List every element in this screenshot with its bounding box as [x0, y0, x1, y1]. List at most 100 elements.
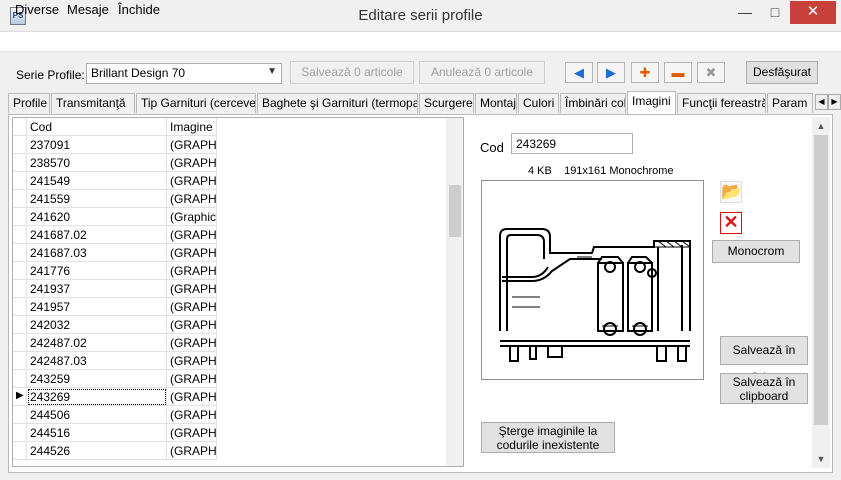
grid-scrollbar-thumb[interactable] — [449, 185, 461, 237]
scroll-up-icon[interactable]: ▲ — [812, 117, 830, 135]
tab-imagini[interactable]: Imagini — [627, 91, 676, 114]
tab-profile[interactable]: Profile — [8, 93, 50, 113]
cell-imagine[interactable]: (GRAPHIC — [167, 280, 217, 298]
table-row[interactable]: 241687.02(GRAPHIC — [13, 226, 459, 244]
cell-imagine[interactable]: (GRAPHIC — [167, 226, 217, 244]
next-icon[interactable]: ▶ — [597, 62, 625, 83]
maximize-button[interactable]: □ — [760, 1, 790, 24]
tab-transmitanta[interactable]: Transmitanţă — [51, 93, 135, 113]
table-row[interactable]: ▶243269(GRAPHIC — [13, 388, 459, 406]
table-row[interactable]: 241937(GRAPHIC — [13, 280, 459, 298]
tab-montaj[interactable]: Montaj — [475, 93, 517, 113]
cell-imagine[interactable]: (GRAPHIC — [167, 442, 217, 460]
cell-imagine[interactable]: (GRAPHIC — [167, 388, 217, 406]
cell-cod[interactable]: 237091 — [27, 136, 167, 154]
tab-scurgere[interactable]: Scurgere — [419, 93, 474, 113]
column-header-imagine[interactable]: Imagine — [167, 118, 217, 136]
delete-orphan-images-button[interactable]: Şterge imaginile la codurile inexistente — [481, 422, 615, 453]
minimize-button[interactable]: — — [730, 1, 760, 24]
table-row[interactable]: 241776(GRAPHIC — [13, 262, 459, 280]
row-indicator — [13, 208, 27, 226]
table-row[interactable]: 241559(GRAPHIC — [13, 190, 459, 208]
tab-culori[interactable]: Culori — [518, 93, 559, 113]
cell-imagine[interactable]: (GRAPHIC — [167, 370, 217, 388]
cell-imagine[interactable]: (GRAPHIC — [167, 298, 217, 316]
table-row[interactable]: 241957(GRAPHIC — [13, 298, 459, 316]
delete-image-icon[interactable]: ✕ — [720, 212, 742, 234]
cell-imagine[interactable]: (GRAPHIC — [167, 424, 217, 442]
table-row[interactable]: 241549(GRAPHIC — [13, 172, 459, 190]
scroll-down-icon[interactable]: ▼ — [812, 450, 830, 468]
cell-imagine[interactable]: (GRAPHIC — [167, 136, 217, 154]
cell-imagine[interactable]: (GRAPHIC — [167, 352, 217, 370]
cell-cod[interactable]: 242487.02 — [27, 334, 167, 352]
cancel-articles-button[interactable]: Anulează 0 articole — [419, 61, 545, 84]
save-to-clipboard-button[interactable]: Salvează în clipboard — [720, 373, 808, 404]
table-row[interactable]: 244526(GRAPHIC — [13, 442, 459, 460]
table-row[interactable]: 237091(GRAPHIC — [13, 136, 459, 154]
grid-scrollbar[interactable] — [446, 118, 463, 466]
cell-imagine[interactable]: (GRAPHIC — [167, 334, 217, 352]
cell-imagine[interactable]: (GRAPHIC — [167, 406, 217, 424]
expand-button[interactable]: Desfăşurat — [746, 61, 818, 84]
cell-cod[interactable]: 243269 — [27, 388, 167, 406]
row-indicator — [13, 172, 27, 190]
serie-select[interactable]: Brillant Design 70 ▼ — [86, 63, 282, 84]
cell-cod[interactable]: 238570 — [27, 154, 167, 172]
cell-cod[interactable]: 242487.03 — [27, 352, 167, 370]
tab-baghete-garnituri[interactable]: Baghete şi Garnituri (termopan) — [257, 93, 418, 113]
cell-imagine[interactable]: (GRAPHIC — [167, 244, 217, 262]
cell-cod[interactable]: 243259 — [27, 370, 167, 388]
cell-imagine[interactable]: (GRAPHIC — [167, 154, 217, 172]
menu-mesaje[interactable]: Mesaje — [67, 2, 109, 17]
cell-cod[interactable]: 241559 — [27, 190, 167, 208]
cell-cod[interactable]: 244506 — [27, 406, 167, 424]
tab-param[interactable]: Param — [767, 93, 813, 113]
column-header-cod[interactable]: Cod — [27, 118, 167, 136]
cell-cod[interactable]: 241957 — [27, 298, 167, 316]
add-icon[interactable]: ✚ — [631, 62, 659, 83]
tab-scroll-left-icon[interactable]: ◀ — [815, 94, 828, 110]
cell-imagine[interactable]: (GRAPHIC — [167, 316, 217, 334]
cell-cod[interactable]: 241549 — [27, 172, 167, 190]
detail-scrollbar-thumb[interactable] — [814, 135, 828, 425]
previous-icon[interactable]: ◀ — [565, 62, 593, 83]
table-row[interactable]: 241620 (Graphic) — [13, 208, 459, 226]
menu-inchide[interactable]: Închide — [118, 2, 160, 17]
save-to-file-button[interactable]: Salvează în fişier — [720, 336, 808, 384]
monochrome-button[interactable]: Monocrom — [712, 240, 800, 263]
close-button[interactable]: ✕ — [790, 1, 836, 24]
cell-cod[interactable]: 244526 — [27, 442, 167, 460]
save-articles-button[interactable]: Salvează 0 articole — [290, 61, 414, 84]
cell-cod[interactable]: 242032 — [27, 316, 167, 334]
open-folder-icon[interactable]: 📂 — [720, 181, 742, 203]
table-row[interactable]: 243259(GRAPHIC — [13, 370, 459, 388]
remove-icon[interactable]: ▬ — [664, 62, 692, 83]
cell-cod[interactable]: 241776 — [27, 262, 167, 280]
detail-scrollbar[interactable]: ▲ ▼ — [812, 117, 830, 468]
table-row[interactable]: 241687.03(GRAPHIC — [13, 244, 459, 262]
tab-tip-garnituri[interactable]: Tip Garnituri (cercevea) — [136, 93, 256, 113]
tab-scroll-right-icon[interactable]: ▶ — [828, 94, 841, 110]
cell-cod[interactable]: 244516 — [27, 424, 167, 442]
cell-imagine[interactable]: (Graphic) — [167, 208, 217, 226]
table-row[interactable]: 242487.02(GRAPHIC — [13, 334, 459, 352]
cod-input[interactable] — [511, 133, 633, 154]
cell-imagine[interactable]: (GRAPHIC — [167, 172, 217, 190]
tab-functii-fereastra[interactable]: Funcţii fereastră — [677, 93, 766, 113]
cell-cod[interactable]: 241687.03 — [27, 244, 167, 262]
cell-imagine[interactable]: (GRAPHIC — [167, 190, 217, 208]
cell-cod[interactable]: 241620 — [27, 208, 167, 226]
cell-imagine[interactable]: (GRAPHIC — [167, 262, 217, 280]
table-row[interactable]: 242032(GRAPHIC — [13, 316, 459, 334]
menu-diverse[interactable]: Diverse — [15, 2, 59, 17]
profile-image-grid[interactable]: Cod Imagine 237091(GRAPHIC238570(GRAPHIC… — [12, 117, 464, 467]
table-row[interactable]: 244506(GRAPHIC — [13, 406, 459, 424]
delete-icon[interactable]: ✖ — [697, 62, 725, 83]
table-row[interactable]: 244516(GRAPHIC — [13, 424, 459, 442]
table-row[interactable]: 238570(GRAPHIC — [13, 154, 459, 172]
tab-imbinari-colt[interactable]: Îmbinări colţ — [560, 93, 626, 113]
cell-cod[interactable]: 241937 — [27, 280, 167, 298]
cell-cod[interactable]: 241687.02 — [27, 226, 167, 244]
table-row[interactable]: 242487.03(GRAPHIC — [13, 352, 459, 370]
